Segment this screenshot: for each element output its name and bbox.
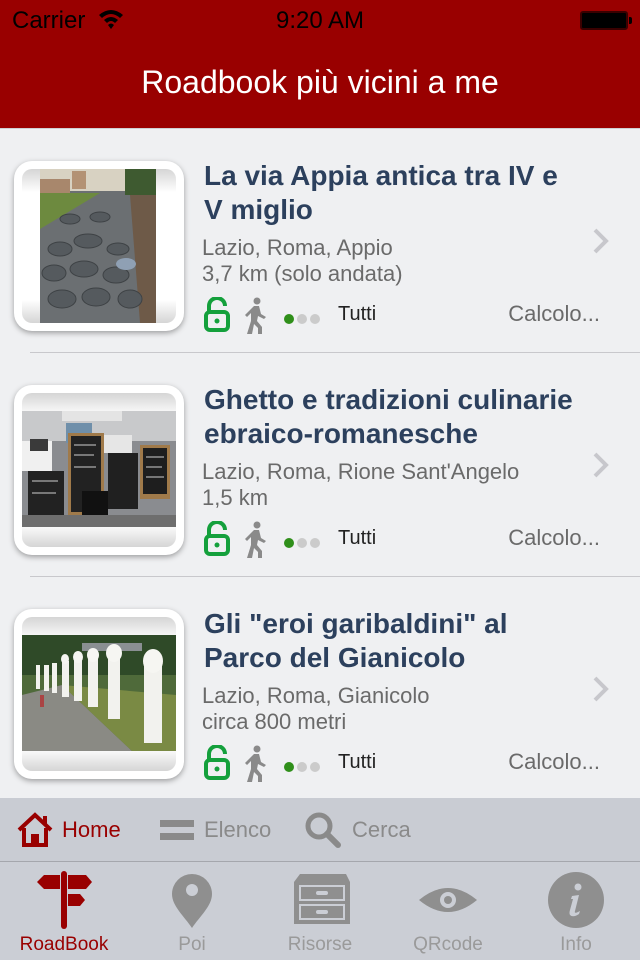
roadbook-title[interactable]: La via Appia antica tra IV e V miglio [204, 159, 604, 227]
roadbook-distance: 3,7 km (solo andata) [202, 261, 403, 286]
cobblestone-ancient-road-photo [40, 169, 156, 323]
tab-label: RoadBook [19, 934, 109, 955]
tab-bar: RoadBook Poi Risorse QRcode Info [0, 862, 640, 960]
chevron-right-icon[interactable] [592, 675, 610, 703]
difficulty-dot [297, 314, 307, 324]
tab-label: Risorse [287, 934, 353, 955]
clock: 9:20 AM [275, 7, 365, 34]
tab-label: Info [560, 934, 592, 955]
info-icon [548, 872, 604, 928]
difficulty-dot [310, 538, 320, 548]
tab-label: Poi [178, 934, 206, 955]
roadbook-list[interactable]: La via Appia antica tra IV e V miglio La… [0, 128, 640, 798]
roadbook-row[interactable]: Ghetto e tradizioni culinarie ebraico-ro… [0, 353, 640, 577]
unlocked-icon [204, 297, 230, 332]
roadbook-title[interactable]: Ghetto e tradizioni culinarie ebraico-ro… [204, 383, 604, 451]
walking-icon [245, 297, 266, 334]
difficulty-dot [284, 538, 294, 548]
tab-label: QRcode [413, 934, 483, 955]
search-icon [305, 812, 341, 848]
home-icon [17, 812, 53, 847]
segment-label: Home [62, 817, 121, 842]
tab-poi[interactable]: Poi [128, 862, 256, 960]
audience-label: Tutti [338, 303, 377, 325]
difficulty-dot [284, 314, 294, 324]
unlocked-icon [204, 521, 230, 556]
restaurant-chalkboards-photo [22, 411, 176, 527]
roadbook-distance: circa 800 metri [202, 709, 347, 734]
difficulty-dot [297, 538, 307, 548]
roadbook-location: Lazio, Roma, Rione Sant'Angelo [202, 459, 520, 484]
status-bar: Carrier 9:20 AM [0, 0, 640, 40]
battery-icon [580, 11, 628, 30]
chevron-right-icon[interactable] [592, 451, 610, 479]
tab-info[interactable]: Info [512, 862, 640, 960]
roadbook-distance: 1,5 km [202, 485, 269, 510]
list-icon [160, 820, 194, 840]
status-label: Calcolo... [508, 301, 600, 326]
map-pin-icon [172, 874, 212, 928]
page-title: Roadbook più vicini a me [141, 64, 499, 100]
tab-risorse[interactable]: Risorse [256, 862, 384, 960]
walking-icon [245, 745, 266, 782]
roadbook-thumbnail [14, 609, 184, 779]
tab-qrcode[interactable]: QRcode [384, 862, 512, 960]
roadbook-meta: Tutti Calcolo... [202, 297, 602, 337]
audience-label: Tutti [338, 527, 377, 549]
drawer-cabinet-icon [294, 874, 350, 924]
battery-tip [629, 17, 632, 24]
segment-label: Elenco [204, 817, 272, 842]
difficulty-indicator [284, 535, 323, 553]
difficulty-dot [310, 314, 320, 324]
roadbook-row[interactable]: La via Appia antica tra IV e V miglio La… [0, 129, 640, 353]
walking-icon [245, 521, 266, 558]
segment-list[interactable]: Elenco [160, 798, 271, 862]
difficulty-dot [284, 762, 294, 772]
status-label: Calcolo... [508, 749, 600, 774]
chevron-right-icon[interactable] [592, 227, 610, 255]
difficulty-dot [297, 762, 307, 772]
signpost-icon [37, 871, 92, 929]
roadbook-location: Lazio, Roma, Appio [202, 235, 393, 260]
difficulty-indicator [284, 759, 323, 777]
unlocked-icon [204, 745, 230, 780]
park-busts-photo [22, 635, 176, 751]
roadbook-thumbnail [14, 161, 184, 331]
view-switcher-bar: Home Elenco Cerca [0, 798, 640, 862]
audience-label: Tutti [338, 751, 377, 773]
eye-icon [419, 888, 477, 912]
roadbook-title[interactable]: Gli "eroi garibaldini" al Parco del Gian… [204, 607, 604, 675]
segment-label: Cerca [352, 817, 411, 842]
difficulty-dot [310, 762, 320, 772]
tab-roadbook[interactable]: RoadBook [0, 862, 128, 960]
status-label: Calcolo... [508, 525, 600, 550]
roadbook-meta: Tutti Calcolo... [202, 521, 602, 561]
segment-search[interactable]: Cerca [304, 798, 411, 862]
roadbook-row[interactable]: Gli "eroi garibaldini" al Parco del Gian… [0, 577, 640, 801]
header: Carrier 9:20 AM Roadbook più vicini a me [0, 0, 640, 128]
difficulty-indicator [284, 311, 323, 329]
roadbook-meta: Tutti Calcolo... [202, 745, 602, 785]
roadbook-location: Lazio, Roma, Gianicolo [202, 683, 430, 708]
roadbook-thumbnail [14, 385, 184, 555]
segment-home[interactable]: Home [16, 798, 121, 862]
